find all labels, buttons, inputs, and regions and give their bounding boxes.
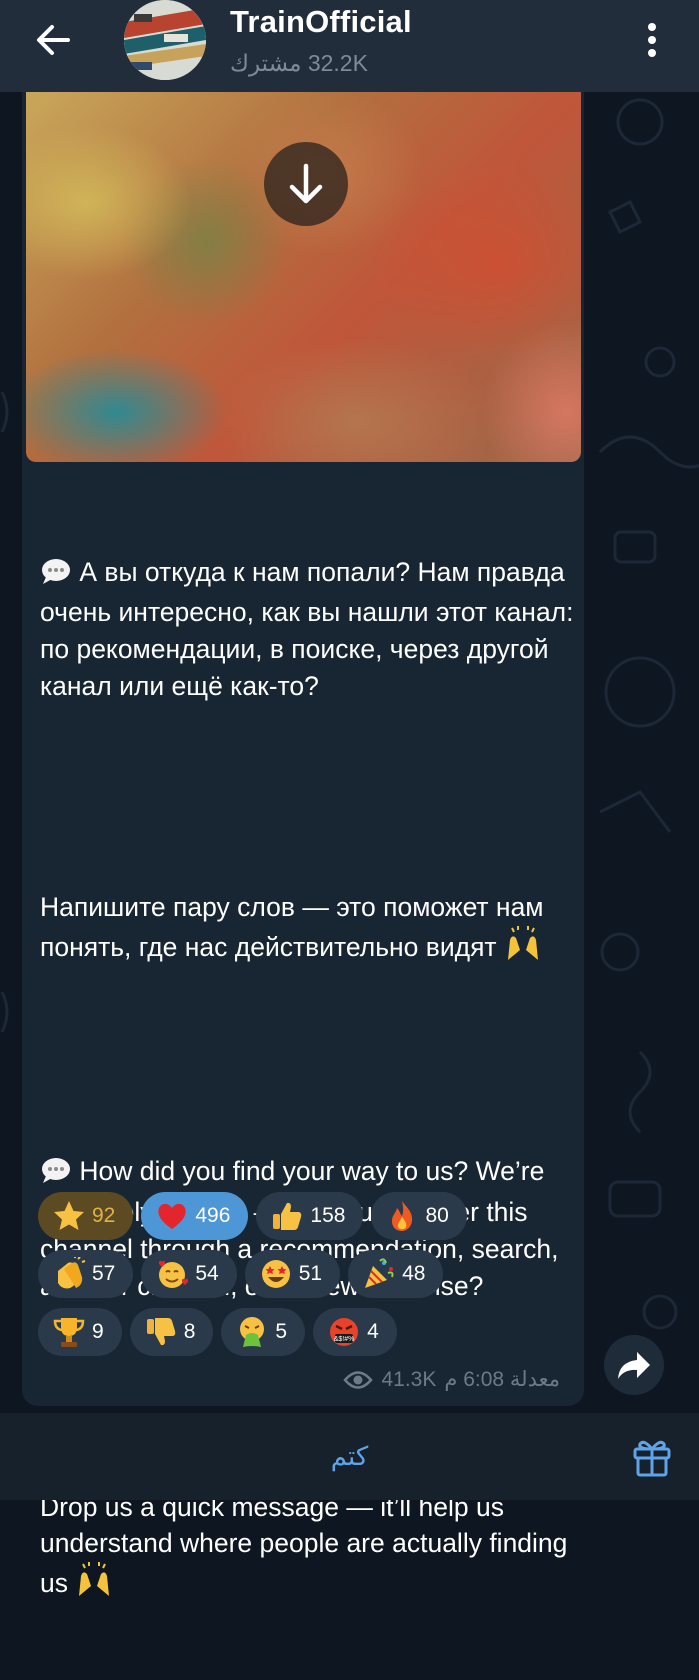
reaction-clap[interactable]: 57 (38, 1250, 134, 1298)
reaction-love-face[interactable]: 54 (141, 1250, 237, 1298)
reaction-row-1: 92 496 158 80 (38, 1192, 467, 1240)
cursing-face-icon: &$!#% (330, 1318, 359, 1346)
message-time: معدلة 6:08 م (444, 1368, 560, 1391)
reaction-heart[interactable]: 496 (141, 1192, 249, 1240)
reaction-thumbs-down[interactable]: 8 (129, 1308, 214, 1356)
reaction-row-3: 9 8 5 &$!#% 4 (38, 1308, 397, 1356)
thumbs-up-icon (273, 1202, 302, 1230)
channel-title[interactable]: TrainOfficial (230, 4, 412, 40)
gift-icon (633, 1440, 671, 1477)
star-icon (54, 1201, 84, 1230)
chat-header: TrainOfficial 32.2K مشترك (0, 0, 699, 92)
reaction-star-struck[interactable]: 51 (244, 1250, 341, 1298)
fire-icon (392, 1201, 413, 1231)
channel-avatar[interactable] (124, 0, 206, 80)
trophy-icon (53, 1318, 85, 1347)
reaction-row-2: 57 54 51 48 (38, 1250, 444, 1298)
reaction-star[interactable]: 92 (38, 1192, 134, 1240)
download-button[interactable] (264, 142, 348, 226)
reaction-vomit[interactable]: 5 (221, 1308, 306, 1356)
clapping-hands-icon (58, 1257, 86, 1289)
svg-text:&$!#%: &$!#% (334, 1336, 355, 1343)
message-meta: 41.3K معدلة 6:08 م (343, 1367, 560, 1392)
share-arrow-icon (618, 1352, 650, 1379)
train-avatar-image (124, 0, 206, 80)
message-paragraph-ru-2: Напишите пару слов — это поможет нам пон… (40, 889, 575, 970)
mute-button[interactable]: كتم (0, 1441, 699, 1472)
forward-button[interactable] (604, 1335, 664, 1395)
red-heart-icon (158, 1203, 187, 1229)
gift-button[interactable] (630, 1435, 674, 1479)
star-struck-icon (261, 1260, 290, 1288)
bottom-bar: كتم (0, 1413, 699, 1500)
reaction-party[interactable]: 48 (348, 1250, 444, 1298)
smiling-face-with-hearts-icon (159, 1260, 189, 1288)
arrow-left-icon (37, 25, 70, 55)
raising-hands-icon (75, 1562, 113, 1606)
arrow-down-icon (289, 163, 323, 204)
thumbs-down-icon (146, 1318, 175, 1346)
reaction-thumbs-up[interactable]: 158 (256, 1192, 364, 1240)
reaction-cursing[interactable]: &$!#% 4 (313, 1308, 397, 1356)
view-count: 41.3K (381, 1367, 437, 1391)
eye-icon (343, 1370, 374, 1389)
blurred-media-preview[interactable] (26, 92, 581, 462)
message-paragraph-en-2: Drop us a quick message — it’ll help us … (40, 1489, 575, 1606)
message-paragraph-ru-1: А вы откуда к нам попали? Нам правда оче… (40, 556, 581, 701)
subscriber-count: 32.2K مشترك (230, 50, 368, 76)
vomiting-face-icon (240, 1317, 265, 1347)
message-bubble: А вы откуда к нам попали? Нам правда оче… (22, 92, 584, 1598)
more-options-button[interactable] (636, 18, 668, 62)
kebab-menu-icon (648, 23, 656, 57)
speech-bubble-icon (40, 1156, 72, 1194)
party-popper-icon (365, 1258, 394, 1288)
raising-hands-icon (504, 925, 542, 970)
reaction-fire[interactable]: 80 (371, 1192, 467, 1240)
back-button[interactable] (28, 18, 80, 62)
reaction-trophy[interactable]: 9 (38, 1308, 122, 1356)
speech-bubble-icon (40, 557, 72, 595)
